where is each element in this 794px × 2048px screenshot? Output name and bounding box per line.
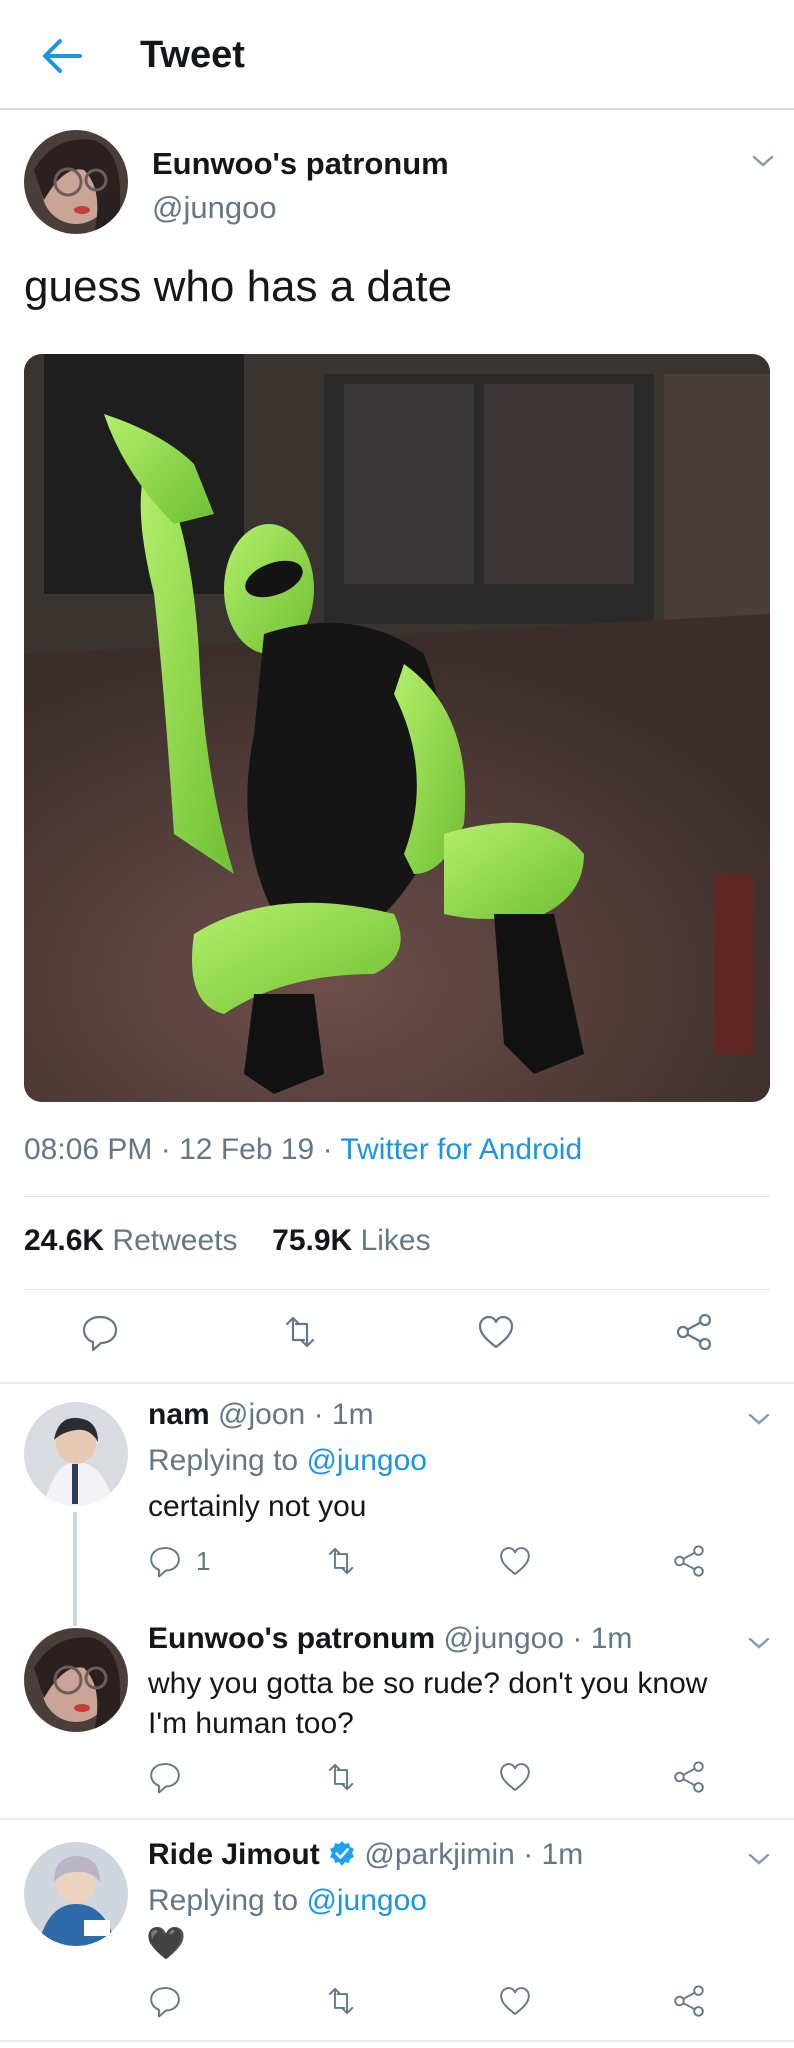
- share-icon[interactable]: [670, 1982, 708, 2020]
- tweet-meta: 08:06 PM · 12 Feb 19 · Twitter for Andro…: [24, 1133, 582, 1167]
- retweet-icon[interactable]: [322, 1542, 360, 1580]
- retweet-icon[interactable]: [322, 1982, 360, 2020]
- reply-text: why you gotta be so rude? don't you know…: [148, 1664, 707, 1744]
- page-title: Tweet: [140, 34, 245, 76]
- reply-time: 1m: [331, 1398, 374, 1431]
- reply-text-black-heart-emoji: 🖤: [146, 1925, 186, 1961]
- reply-time: 1m: [590, 1622, 633, 1655]
- share-icon[interactable]: [670, 1542, 708, 1580]
- separator-dot: ·: [313, 1398, 324, 1431]
- verified-badge-icon: [328, 1840, 356, 1868]
- share-icon[interactable]: [670, 1758, 708, 1796]
- likes-label: Likes: [360, 1224, 431, 1257]
- like-heart-icon[interactable]: [496, 1982, 534, 2020]
- separator-dot: ·: [322, 1133, 333, 1166]
- chevron-down-icon[interactable]: [744, 1844, 774, 1874]
- thread-line: [73, 1512, 77, 1626]
- author-name[interactable]: Eunwoo's patronum: [152, 146, 449, 182]
- tweet-time: 08:06 PM: [24, 1133, 153, 1166]
- like-heart-icon[interactable]: [496, 1758, 534, 1796]
- like-heart-icon[interactable]: [474, 1310, 518, 1354]
- section-separator: [0, 2040, 794, 2042]
- separator-dot: ·: [523, 1838, 534, 1871]
- retweets-stat[interactable]: 24.6K Retweets: [24, 1224, 237, 1257]
- reply-author-name[interactable]: Ride Jimout: [148, 1838, 320, 1871]
- chevron-down-icon[interactable]: [748, 146, 778, 176]
- replying-to-handle[interactable]: @jungoo: [306, 1444, 427, 1477]
- retweets-label: Retweets: [112, 1224, 238, 1257]
- reply-header: Eunwoo's patronum @jungoo · 1m: [148, 1622, 632, 1656]
- replying-to-line: Replying to @jungoo: [148, 1444, 427, 1478]
- tweet-text: guess who has a date: [24, 262, 453, 311]
- reply-avatar[interactable]: [24, 1402, 128, 1506]
- reply-time: 1m: [541, 1838, 584, 1871]
- replying-to-label: Replying to: [148, 1444, 299, 1477]
- reply-text-line: why you gotta be so rude? don't you know: [148, 1667, 708, 1700]
- retweets-count: 24.6K: [24, 1224, 105, 1257]
- author-avatar[interactable]: [24, 130, 128, 234]
- divider: [24, 1196, 770, 1197]
- reply-avatar[interactable]: [24, 1842, 128, 1946]
- retweet-icon[interactable]: [278, 1310, 322, 1354]
- reply-text-line: I'm human too?: [148, 1707, 354, 1740]
- back-arrow-icon[interactable]: [36, 30, 88, 82]
- top-bar: Tweet: [0, 0, 794, 110]
- tweet-date: 12 Feb 19: [179, 1133, 315, 1166]
- section-separator: [0, 1382, 794, 1384]
- replying-to-label: Replying to: [148, 1884, 299, 1917]
- share-icon[interactable]: [672, 1310, 716, 1354]
- reply-author-handle[interactable]: @jungoo: [443, 1622, 564, 1655]
- engagement-stats: 24.6K Retweets 75.9K Likes: [24, 1224, 431, 1258]
- reply-author-handle[interactable]: @joon: [218, 1398, 305, 1431]
- separator-dot: ·: [160, 1133, 171, 1166]
- reply-header: Ride Jimout @parkjimin · 1m: [148, 1838, 583, 1872]
- divider: [24, 1289, 770, 1290]
- reply-icon[interactable]: [78, 1310, 122, 1354]
- replying-to-line: Replying to @jungoo: [148, 1884, 427, 1918]
- reply-author-name[interactable]: Eunwoo's patronum: [148, 1622, 435, 1655]
- chevron-down-icon[interactable]: [744, 1628, 774, 1658]
- reply-header: nam @joon · 1m: [148, 1398, 374, 1432]
- reply-author-name[interactable]: nam: [148, 1398, 210, 1431]
- likes-stat[interactable]: 75.9K Likes: [272, 1224, 430, 1257]
- reply-author-handle[interactable]: @parkjimin: [364, 1838, 514, 1871]
- reply-text: certainly not you: [148, 1490, 367, 1523]
- retweet-icon[interactable]: [322, 1758, 360, 1796]
- chevron-down-icon[interactable]: [744, 1404, 774, 1434]
- author-handle[interactable]: @jungoo: [152, 190, 277, 226]
- tweet-media-image[interactable]: [24, 354, 770, 1102]
- reply-icon[interactable]: [146, 1542, 184, 1580]
- tweet-source-link[interactable]: Twitter for Android: [340, 1133, 582, 1166]
- like-heart-icon[interactable]: [496, 1542, 534, 1580]
- reply-icon[interactable]: [146, 1758, 184, 1796]
- reply-count: 1: [196, 1546, 211, 1576]
- separator-dot: ·: [572, 1622, 583, 1655]
- replying-to-handle[interactable]: @jungoo: [306, 1884, 427, 1917]
- section-separator: [0, 1818, 794, 1820]
- reply-icon[interactable]: [146, 1982, 184, 2020]
- likes-count: 75.9K: [272, 1224, 353, 1257]
- reply-avatar[interactable]: [24, 1628, 128, 1732]
